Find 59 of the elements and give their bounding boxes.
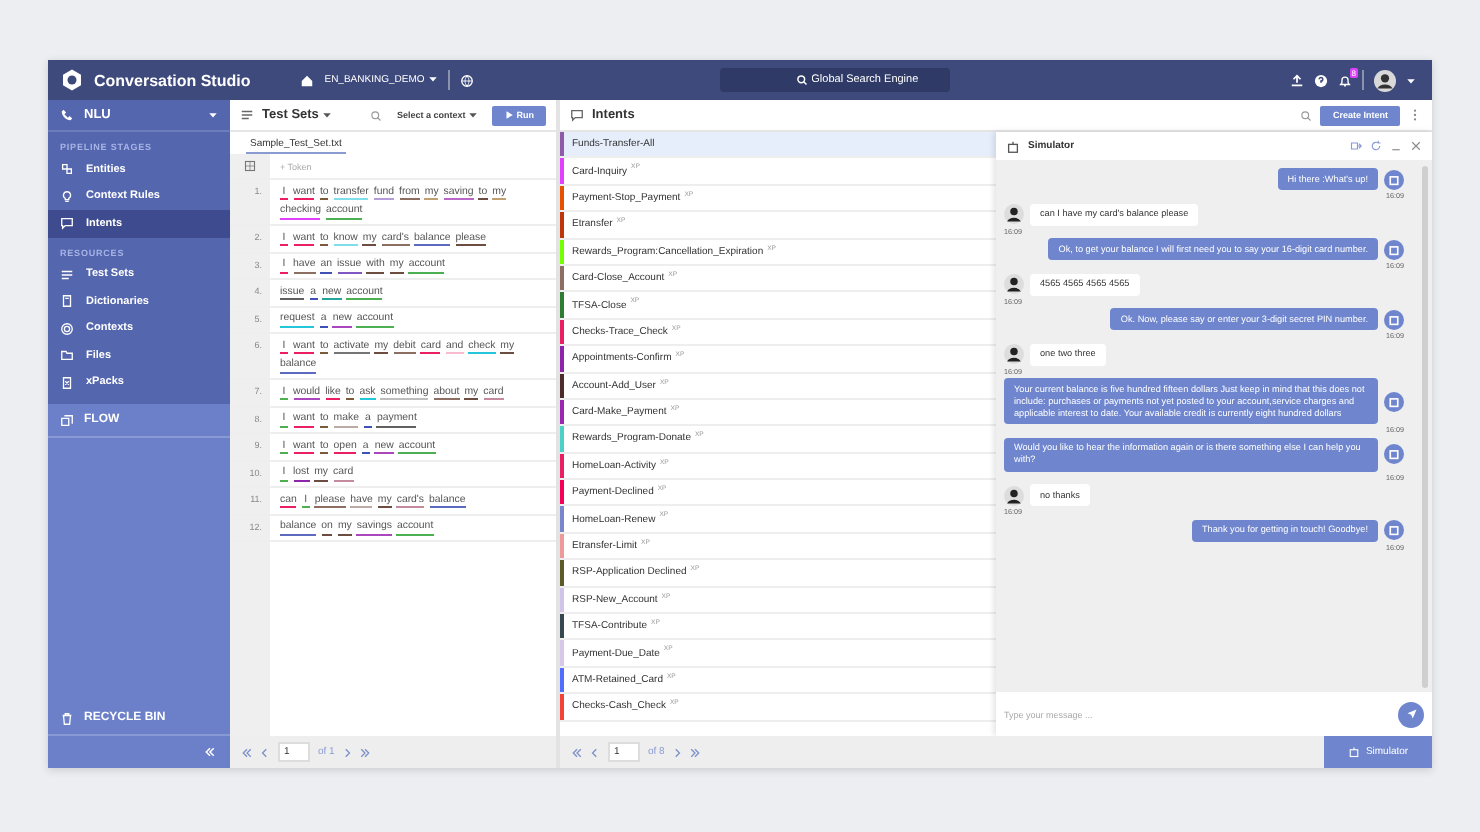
robot-avatar-icon xyxy=(1384,520,1404,540)
avatar-icon[interactable] xyxy=(1374,69,1396,91)
rules-icon xyxy=(60,189,74,204)
user-avatar-icon xyxy=(1004,485,1024,505)
phone-icon xyxy=(60,108,74,122)
user-avatar-icon xyxy=(1004,344,1024,364)
search-icon[interactable] xyxy=(370,109,383,121)
layers-icon xyxy=(60,413,74,427)
robot-icon xyxy=(1006,139,1020,153)
refresh-icon[interactable] xyxy=(1370,140,1382,152)
grid-icon[interactable] xyxy=(244,160,256,172)
close-icon[interactable] xyxy=(1410,140,1422,152)
logo-icon xyxy=(60,68,84,92)
more-icon[interactable] xyxy=(1408,108,1422,122)
app-title: Conversation Studio xyxy=(94,71,251,89)
list-icon xyxy=(240,108,254,122)
caret-icon xyxy=(468,110,478,121)
previous-page-icon[interactable] xyxy=(260,747,270,757)
user-avatar-icon xyxy=(1004,274,1024,294)
scrollbar[interactable] xyxy=(1422,166,1428,688)
first-page-icon[interactable] xyxy=(242,747,252,757)
bell-icon[interactable] xyxy=(1338,73,1352,87)
home-icon xyxy=(300,73,315,87)
help-icon[interactable] xyxy=(1314,73,1328,87)
collapse-icon[interactable] xyxy=(204,746,216,758)
caret-icon xyxy=(208,110,218,120)
xpacks-icon xyxy=(60,375,74,390)
send-icon xyxy=(1405,708,1417,720)
robot-avatar-icon xyxy=(1384,391,1404,411)
next-page-icon[interactable] xyxy=(342,747,353,757)
caret-icon xyxy=(322,109,333,120)
last-page-icon[interactable] xyxy=(360,747,371,757)
search-icon[interactable] xyxy=(1300,109,1313,121)
testsets-icon xyxy=(60,267,74,282)
caret-icon xyxy=(427,74,438,85)
user-avatar-icon xyxy=(1004,204,1024,224)
caret-icon[interactable] xyxy=(1406,75,1416,85)
previous-page-icon[interactable] xyxy=(590,747,600,757)
contexts-icon xyxy=(60,321,74,336)
intents-icon xyxy=(60,216,74,231)
dictionaries-icon xyxy=(60,294,74,309)
next-page-icon[interactable] xyxy=(672,747,683,757)
robot-avatar-icon xyxy=(1384,444,1404,464)
entities-icon xyxy=(60,162,74,177)
first-page-icon[interactable] xyxy=(572,747,582,757)
upload-icon[interactable] xyxy=(1290,73,1304,87)
files-icon xyxy=(60,348,74,363)
robot-avatar-icon xyxy=(1384,309,1404,329)
robot-avatar-icon xyxy=(1384,169,1404,189)
chat-icon xyxy=(570,108,584,122)
globe-icon[interactable] xyxy=(459,73,474,87)
export-icon[interactable] xyxy=(1350,140,1362,152)
send-button[interactable] xyxy=(1398,701,1424,727)
last-page-icon[interactable] xyxy=(690,747,701,757)
play-icon xyxy=(504,110,514,121)
robot-icon xyxy=(1347,746,1360,758)
trash-icon xyxy=(60,711,74,725)
robot-avatar-icon xyxy=(1384,239,1404,259)
search-icon xyxy=(795,74,808,86)
